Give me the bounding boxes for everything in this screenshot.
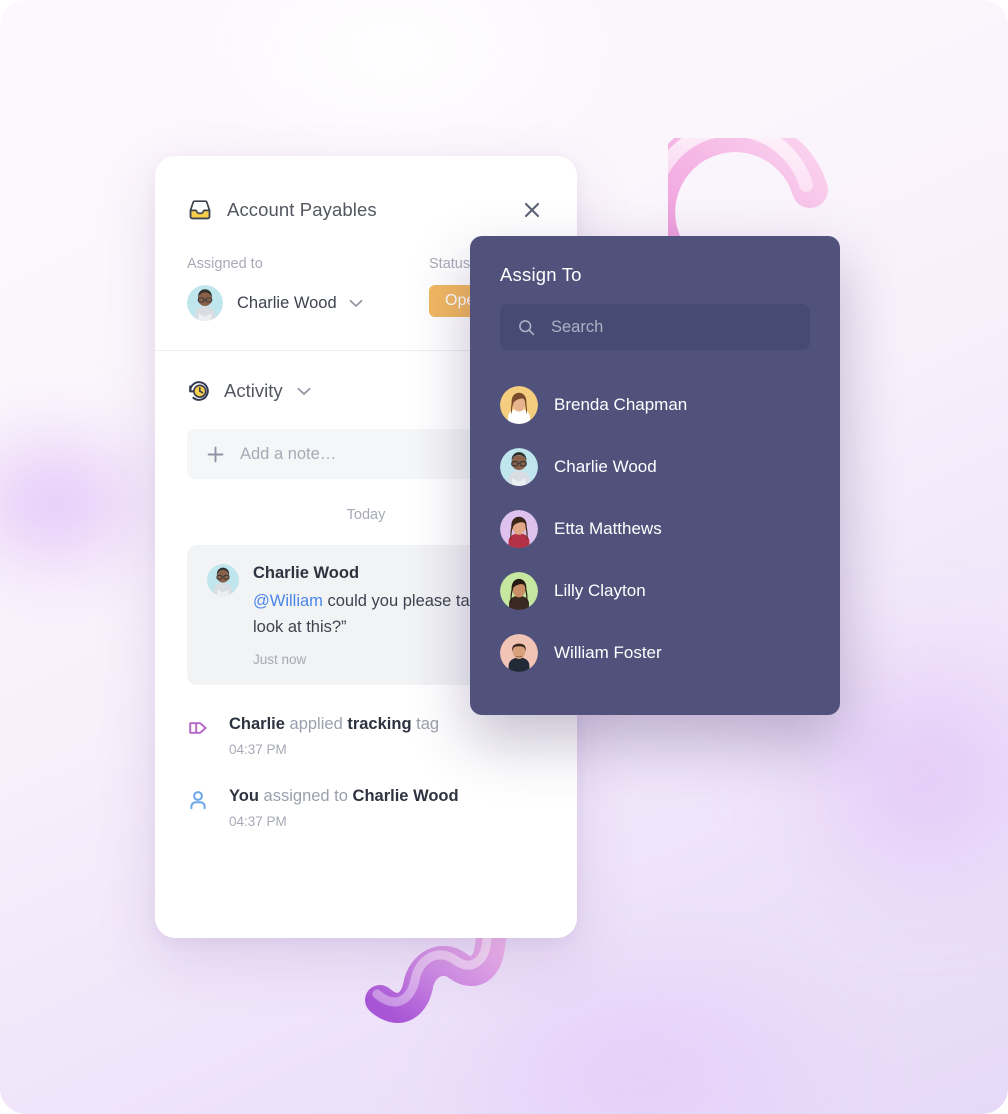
- search-icon: [519, 319, 535, 335]
- assigned-to-label: Assigned to: [187, 256, 263, 272]
- plus-icon: [207, 446, 224, 462]
- person-icon: [190, 791, 206, 810]
- assignee-name: Charlie Wood: [237, 293, 337, 312]
- search-placeholder: Search: [551, 317, 604, 336]
- activity-log-item: Charlie applied tracking tag 04:37 PM: [155, 715, 577, 757]
- page-canvas: Account Payables Assigned to Charlie Woo…: [0, 0, 1008, 1114]
- list-item-label: Etta Matthews: [554, 519, 662, 538]
- activity-log-item: You assigned to Charlie Wood 04:37 PM: [155, 787, 577, 829]
- list-item[interactable]: William Foster: [500, 622, 810, 684]
- list-item-label: Charlie Wood: [554, 457, 657, 476]
- page-title: Account Payables: [227, 199, 377, 220]
- list-item-label: William Foster: [554, 643, 662, 662]
- avatar: [500, 572, 538, 610]
- log-verb: applied: [289, 715, 343, 734]
- list-item[interactable]: Brenda Chapman: [500, 374, 810, 436]
- close-icon[interactable]: [519, 197, 545, 223]
- assignee-selector[interactable]: Charlie Wood: [187, 285, 429, 321]
- tag-icon: [189, 722, 207, 734]
- activity-log-timestamp: 04:37 PM: [229, 814, 287, 830]
- log-verb: assigned to: [263, 787, 348, 806]
- assign-to-title: Assign To: [500, 264, 582, 285]
- avatar: [500, 448, 538, 486]
- list-item[interactable]: Etta Matthews: [500, 498, 810, 560]
- avatar: [500, 386, 538, 424]
- activity-log-timestamp: 04:37 PM: [229, 742, 287, 758]
- search-input[interactable]: Search: [500, 304, 810, 350]
- activity-title: Activity: [224, 380, 283, 401]
- list-item-label: Brenda Chapman: [554, 395, 688, 414]
- list-item-label: Lilly Clayton: [554, 581, 646, 600]
- log-object: tracking: [347, 715, 412, 734]
- log-subject: Charlie: [229, 715, 285, 734]
- activity-log-text: Charlie applied tracking tag: [229, 715, 439, 734]
- chevron-down-icon[interactable]: [297, 387, 311, 396]
- history-clock-icon: [189, 381, 209, 401]
- activity-log-body: Charlie applied tracking tag 04:37 PM: [229, 715, 439, 757]
- log-subject: You: [229, 787, 259, 806]
- assigned-to-field: Assigned to Charlie Wood: [187, 256, 429, 321]
- assign-to-popover: Assign To Search Brenda Chapman Charlie …: [470, 236, 840, 715]
- avatar: [500, 510, 538, 548]
- activity-log-body: You assigned to Charlie Wood 04:37 PM: [229, 787, 459, 829]
- add-note-placeholder: Add a note…: [240, 444, 337, 463]
- avatar: [187, 285, 223, 321]
- log-object: Charlie Wood: [352, 787, 459, 806]
- chevron-down-icon: [349, 299, 363, 307]
- list-item[interactable]: Charlie Wood: [500, 436, 810, 498]
- log-suffix: tag: [416, 715, 440, 734]
- avatar: [500, 634, 538, 672]
- inbox-icon: [189, 200, 211, 220]
- list-item[interactable]: Lilly Clayton: [500, 560, 810, 622]
- avatar: [207, 564, 239, 596]
- assignee-list: Brenda Chapman Charlie Wood Etta Matthew…: [500, 374, 810, 684]
- mention-link[interactable]: @William: [253, 592, 323, 610]
- activity-log-text: You assigned to Charlie Wood: [229, 787, 459, 806]
- card-header: Account Payables: [155, 156, 577, 223]
